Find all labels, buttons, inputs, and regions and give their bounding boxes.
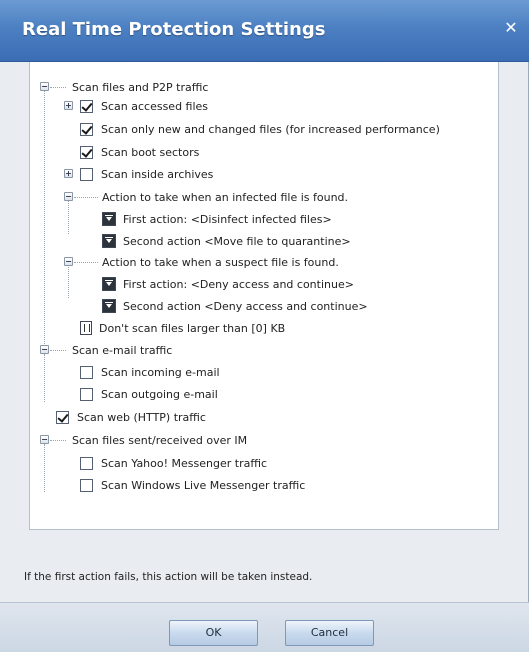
checkbox-label: Scan Windows Live Messenger traffic — [101, 478, 306, 492]
dropdown-icon[interactable] — [102, 212, 116, 226]
collapse-expander[interactable]: − — [40, 82, 49, 91]
checkbox[interactable] — [80, 387, 93, 401]
dropdown-label: First action: <Deny access and continue> — [123, 277, 354, 291]
expand-expander[interactable]: + — [64, 101, 73, 110]
tree-line — [74, 197, 98, 198]
dropdown-label: First action: <Disinfect infected files> — [123, 212, 332, 226]
dropdown-icon[interactable] — [102, 299, 116, 313]
checkbox-label: Scan accessed files — [101, 99, 209, 113]
checkbox-scan-accessed[interactable]: Scan accessed files — [80, 97, 208, 115]
tree-line — [44, 90, 45, 352]
tree-item-scan-files-p2p[interactable]: Scan files and P2P traffic — [72, 78, 208, 96]
checkbox-label: Scan boot sectors — [101, 145, 200, 159]
checkbox[interactable] — [80, 456, 93, 470]
checkbox-scan-archives[interactable]: Scan inside archives — [80, 165, 213, 183]
collapse-expander[interactable]: − — [40, 435, 49, 444]
tree-item-action-suspect[interactable]: Action to take when a suspect file is fo… — [102, 253, 339, 271]
checkbox[interactable] — [80, 365, 93, 379]
checkbox-scan-boot[interactable]: Scan boot sectors — [80, 143, 199, 161]
checkbox-label: Scan web (HTTP) traffic — [77, 410, 206, 424]
tree-line — [68, 262, 69, 298]
tree-item-scan-email[interactable]: Scan e-mail traffic — [72, 341, 172, 359]
dropdown-suspect-second-action[interactable]: Second action <Deny access and continue> — [102, 297, 368, 315]
checkbox-label: Scan only new and changed files (for inc… — [101, 122, 440, 136]
checkbox[interactable] — [80, 99, 93, 113]
checkbox-scan-wlm[interactable]: Scan Windows Live Messenger traffic — [80, 476, 305, 494]
collapse-expander[interactable]: − — [64, 192, 73, 201]
tree-item-label: Action to take when an infected file is … — [102, 190, 349, 204]
checkbox-label: Scan outgoing e-mail — [101, 387, 218, 401]
tree-line — [50, 87, 66, 88]
checkbox[interactable] — [80, 478, 93, 492]
dropdown-suspect-first-action[interactable]: First action: <Deny access and continue> — [102, 275, 354, 293]
checkbox[interactable] — [56, 410, 69, 424]
tree-line — [74, 262, 98, 263]
expand-expander[interactable]: + — [64, 169, 73, 178]
dialog-title: Real Time Protection Settings — [22, 19, 326, 40]
dropdown-infected-second-action[interactable]: Second action <Move file to quarantine> — [102, 232, 351, 250]
collapse-expander[interactable]: − — [40, 345, 49, 354]
checkbox-scan-outgoing[interactable]: Scan outgoing e-mail — [80, 385, 218, 403]
dropdown-label: Second action <Deny access and continue> — [123, 299, 368, 313]
spinner-label: Don't scan files larger than [0] KB — [99, 321, 286, 335]
spinner-icon[interactable] — [80, 321, 92, 335]
ok-button[interactable]: OK — [169, 620, 258, 646]
tree-line — [50, 440, 66, 441]
close-button[interactable]: ✕ — [503, 20, 519, 36]
settings-tree: − Scan files and P2P traffic + Scan acce… — [30, 62, 498, 529]
checkbox-scan-new-changed[interactable]: Scan only new and changed files (for inc… — [80, 120, 440, 138]
tree-line — [44, 444, 45, 492]
checkbox-scan-web[interactable]: Scan web (HTTP) traffic — [56, 408, 206, 426]
checkbox[interactable] — [80, 145, 93, 159]
checkbox-scan-incoming[interactable]: Scan incoming e-mail — [80, 363, 220, 381]
help-text: If the first action fails, this action w… — [24, 571, 313, 583]
checkbox[interactable] — [80, 122, 93, 136]
checkbox-label: Scan Yahoo! Messenger traffic — [101, 456, 268, 470]
checkbox-label: Scan inside archives — [101, 167, 214, 181]
tree-item-label: Scan e-mail traffic — [72, 343, 173, 357]
tree-line — [50, 350, 66, 351]
cancel-button[interactable]: Cancel — [285, 620, 374, 646]
tree-item-label: Scan files and P2P traffic — [72, 80, 209, 94]
tree-item-scan-im[interactable]: Scan files sent/received over IM — [72, 431, 247, 449]
tree-item-action-infected[interactable]: Action to take when an infected file is … — [102, 188, 348, 206]
dropdown-icon[interactable] — [102, 234, 116, 248]
checkbox[interactable] — [80, 167, 93, 181]
tree-line — [44, 354, 45, 402]
collapse-expander[interactable]: − — [64, 257, 73, 266]
dropdown-icon[interactable] — [102, 277, 116, 291]
dropdown-infected-first-action[interactable]: First action: <Disinfect infected files> — [102, 210, 332, 228]
dropdown-label: Second action <Move file to quarantine> — [123, 234, 351, 248]
settings-tree-panel: − Scan files and P2P traffic + Scan acce… — [29, 62, 499, 530]
checkbox-scan-yahoo[interactable]: Scan Yahoo! Messenger traffic — [80, 454, 267, 472]
tree-item-label: Action to take when a suspect file is fo… — [102, 255, 339, 269]
tree-item-label: Scan files sent/received over IM — [72, 433, 248, 447]
spinner-max-file-size[interactable]: Don't scan files larger than [0] KB — [80, 319, 285, 337]
real-time-protection-dialog: Real Time Protection Settings ✕ − Scan f… — [0, 0, 529, 652]
tree-line — [68, 198, 69, 234]
checkbox-label: Scan incoming e-mail — [101, 365, 220, 379]
title-bar: Real Time Protection Settings ✕ — [0, 0, 529, 62]
button-bar: OK Cancel — [0, 602, 529, 652]
